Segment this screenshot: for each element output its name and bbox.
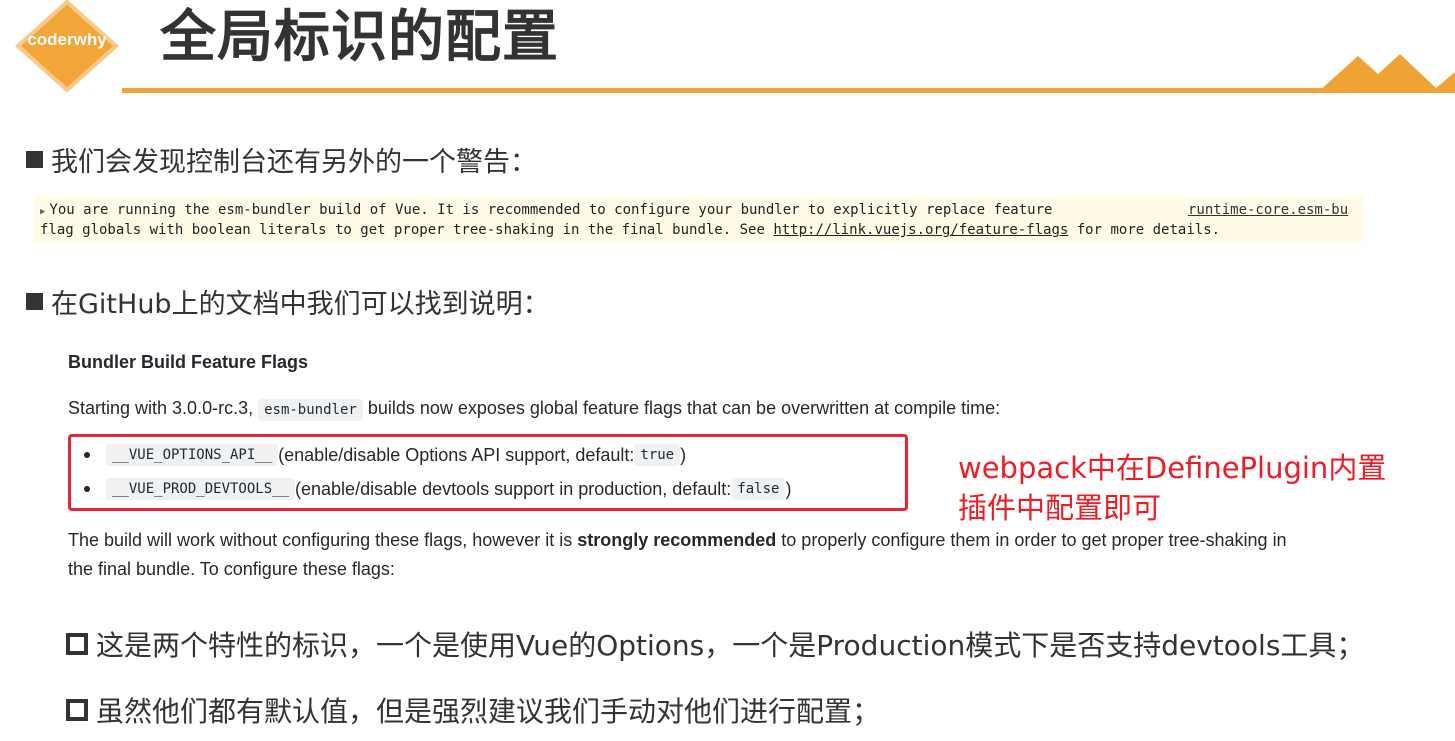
bullet-feature-flags-meaning: 这是两个特性的标识，一个是使用Vue的Options，一个是Production… [66,624,1364,664]
console-line-2-prefix: flag globals with boolean literals to ge… [40,222,774,238]
feature-flags-link[interactable]: http://link.vuejs.org/feature-flags [773,222,1068,238]
inline-code: esm-bundler [258,399,363,421]
square-bullet-icon [26,293,43,310]
console-warning: ▶ You are running the esm-bundler build o… [34,196,1364,242]
hollow-square-bullet-icon [66,633,88,655]
bullet-text: 虽然他们都有默认值，但是强烈建议我们手动对他们进行配置； [96,695,881,728]
annotation-line-2: 插件中配置即可 [958,491,1162,525]
bullet-github-docs: 在GitHub上的文档中我们可以找到说明： [26,282,550,321]
annotation-line-1: webpack中在DefinePlugin内置 [958,451,1387,485]
doc-heading: Bundler Build Feature Flags [68,352,309,372]
bullet-text: 我们会发现控制台还有另外的一个警告： [51,147,537,178]
p1-text-after: builds now exposes global feature flags … [362,398,1001,418]
bullet-text: 在GitHub上的文档中我们可以找到说明： [51,289,550,320]
logo-text: coderwhy [27,30,107,49]
console-source-link[interactable]: runtime-core.esm-bu [1188,201,1348,219]
bullet-text: 这是两个特性的标识，一个是使用Vue的Options，一个是Production… [96,629,1365,662]
bullet-console-warning: 我们会发现控制台还有另外的一个警告： [26,140,537,179]
doc-paragraph-1: Starting with 3.0.0-rc.3, esm-bundler bu… [68,398,1001,421]
page-title: 全局标识的配置 [160,5,559,70]
bullet-recommend-config: 虽然他们都有默认值，但是强烈建议我们手动对他们进行配置； [66,690,880,730]
console-line-1: You are running the esm-bundler build of… [49,202,1053,218]
red-annotation: webpack中在DefinePlugin内置 插件中配置即可 [958,448,1386,528]
p2-text: The build will work without configuring … [68,530,578,550]
p1-text: Starting with 3.0.0-rc.3, [68,398,259,418]
mountain-decoration-icon [1318,54,1455,92]
header-divider [122,88,1455,93]
square-bullet-icon [26,151,43,168]
expand-triangle-icon[interactable]: ▶ [40,207,45,217]
hollow-square-bullet-icon [66,699,88,721]
p2-bold: strongly recommended [577,530,777,550]
highlight-box [68,434,908,511]
doc-paragraph-2: The build will work without configuring … [68,526,1308,584]
console-line-2-suffix: for more details. [1068,222,1221,238]
